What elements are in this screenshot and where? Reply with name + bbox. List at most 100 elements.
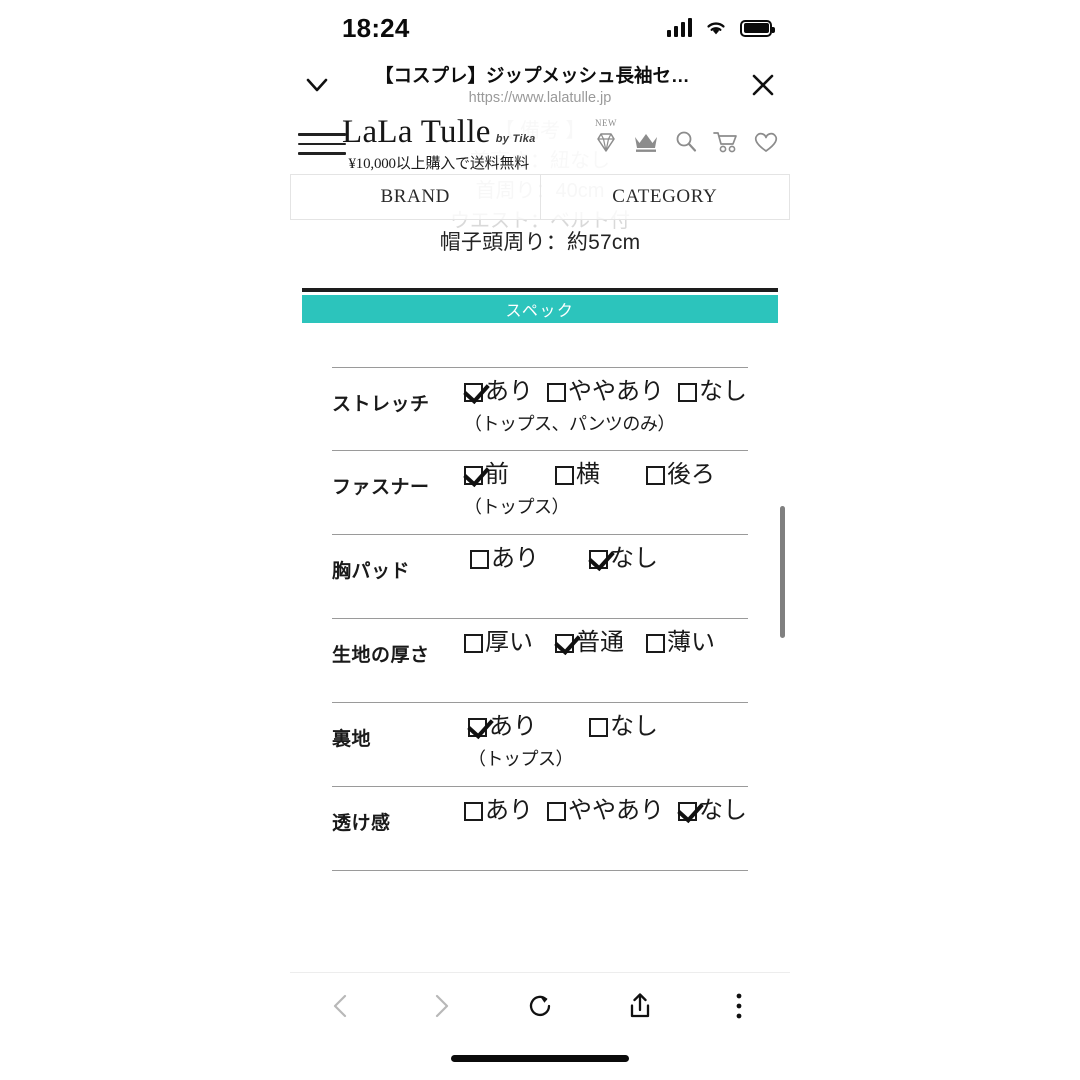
crown-icon[interactable] [632,130,660,159]
checkbox-unchecked-icon [646,633,665,653]
spec-option: なし [678,380,747,404]
site-logo[interactable]: LaLa Tulle by Tika ¥10,000以上購入で送料無料 [342,114,536,173]
spec-row-options: あり ややあり なし [450,799,748,823]
page-body: 帽子頭周り：約57cm スペック ストレッチ あり ややあり なし （トップス、パンツの… [290,114,790,871]
checkbox-checked-icon [464,465,483,485]
status-bar: 18:24 [290,0,790,56]
search-icon[interactable] [673,129,699,160]
collapse-chevron-down-icon[interactable] [290,56,344,114]
checkbox-unchecked-icon [589,717,608,737]
checkbox-unchecked-icon [555,465,574,485]
hamburger-menu-icon[interactable] [298,133,346,155]
page-url: https://www.lalatulle.jp [468,89,612,106]
spec-row-label: 透け感 [332,813,391,834]
spec-option-label: ややあり [568,378,664,405]
spec-row-label: ストレッチ [332,394,430,415]
spec-rule [302,288,778,292]
brand-name: LaLa Tulle [342,114,491,150]
reload-button[interactable] [511,977,569,1035]
spec-option-label: 普通 [576,629,624,656]
spec-option-label: 厚い [485,629,533,656]
wifi-icon [707,22,725,35]
spec-row: ストレッチ あり ややあり なし （トップス、パンツのみ） [332,367,748,451]
spec-option-label: ややあり [568,797,664,824]
spec-row: 生地の厚さ 厚い 普通 薄い [332,619,748,703]
spec-option: なし [589,547,658,571]
spec-option-label: 薄い [667,629,715,656]
spec-option: ややあり [547,799,664,823]
status-time: 18:24 [342,12,410,43]
shipping-note: ¥10,000以上購入で送料無料 [348,155,530,172]
close-icon[interactable] [736,56,790,114]
share-button[interactable] [611,977,669,1035]
spec-option: 横 [555,463,600,487]
checkbox-unchecked-icon [678,382,697,402]
checkbox-unchecked-icon [646,465,665,485]
checkbox-checked-icon [589,549,608,569]
spec-option: なし [678,799,747,823]
site-header: LaLa Tulle by Tika ¥10,000以上購入で送料無料 NEW [290,114,790,174]
spec-row-options: あり なし [450,547,748,571]
spec-row-options: 厚い 普通 薄い [450,631,748,655]
status-icon-group [666,18,775,37]
new-badge-label: NEW [595,117,617,128]
spec-option-label: なし [610,545,658,572]
spec-row-label: 胸パッド [332,561,411,582]
spec-option: 前 [464,463,509,487]
nav-tab-category[interactable]: CATEGORY [540,174,790,220]
spec-option-label: あり [489,713,537,740]
back-button[interactable] [312,977,370,1035]
spec-banner-wrap: スペック [290,288,790,323]
spec-row-options: あり ややあり なし （トップス、パンツのみ） [450,380,748,436]
battery-full-icon [740,19,775,37]
phone-screen: 18:24 【コスプレ】ジップメッシュ長袖セクシー… https://www.l… [0,0,1080,1080]
measurement-text: 帽子頭周り：約57cm [439,231,641,254]
page-title: 【コスプレ】ジップメッシュ長袖セクシー… [375,65,705,87]
spec-option: 薄い [646,631,715,655]
spec-row-note: （トップス） [464,497,570,517]
checkbox-checked-icon [464,382,483,402]
spec-option-label: なし [699,378,747,405]
cart-icon[interactable] [712,129,739,160]
spec-row-label: 裏地 [332,729,372,750]
spec-row-options: あり なし （トップス） [450,715,748,771]
spec-option: なし [589,715,658,739]
more-options-button[interactable] [710,977,768,1035]
new-diamond-icon[interactable]: NEW [593,118,619,160]
spec-option: 後ろ [646,463,715,487]
spec-option-label: なし [699,797,747,824]
checkbox-unchecked-icon [547,801,566,821]
spec-row: 裏地 あり なし （トップス） [332,703,748,787]
cellular-signal-icon [666,18,692,37]
header-icon-group: NEW [593,118,780,160]
spec-option: 厚い [464,631,533,655]
spec-option-label: 横 [576,461,600,488]
checkbox-checked-icon [678,801,697,821]
heart-icon[interactable] [752,129,780,160]
spec-row: 透け感 あり ややあり なし [332,787,748,871]
spec-option-label: あり [485,797,533,824]
browser-title-bar: 【コスプレ】ジップメッシュ長袖セクシー… https://www.lalatul… [290,56,790,114]
spec-option-label: なし [610,713,658,740]
spec-row-note: （トップス、パンツのみ） [464,414,675,434]
browser-toolbar [290,972,790,1038]
checkbox-checked-icon [468,717,487,737]
spec-option: あり [470,547,539,571]
checkbox-unchecked-icon [464,633,483,653]
spec-option-label: 後ろ [667,461,715,488]
spec-row: 胸パッド あり なし [332,535,748,619]
forward-button[interactable] [412,977,470,1035]
page-scrollbar-thumb[interactable] [780,506,785,638]
spec-option: あり [468,715,537,739]
spec-option-label: あり [491,545,539,572]
web-page-viewport[interactable]: 【 備考 】 首高さ：紐なし 首周り：40cm ウエスト：ベルト付 LaLa T… [290,114,790,972]
spec-row-label: ファスナー [332,477,430,498]
spec-option: あり [464,380,533,404]
home-indicator [451,1055,629,1062]
nav-tab-brand[interactable]: BRAND [290,174,541,220]
spec-option-label: あり [485,378,533,405]
spec-banner: スペック [302,295,778,323]
browser-title-block[interactable]: 【コスプレ】ジップメッシュ長袖セクシー… https://www.lalatul… [344,64,736,105]
spec-row-options: 前 横 後ろ （トップス） [450,463,748,519]
checkbox-unchecked-icon [464,801,483,821]
